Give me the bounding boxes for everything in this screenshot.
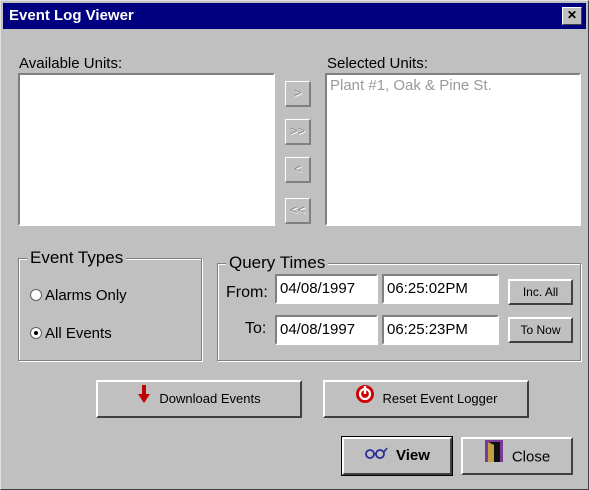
alarms-only-radio[interactable]: Alarms Only (30, 287, 127, 304)
download-events-button[interactable]: Download Events (96, 380, 302, 418)
all-events-label: All Events (45, 325, 112, 342)
inc-all-button[interactable]: Inc. All (508, 279, 573, 305)
from-label: From: (226, 284, 268, 301)
window-title: Event Log Viewer (9, 7, 134, 24)
remove-all-units-button[interactable]: << (285, 198, 311, 224)
from-date-field[interactable]: 04/08/1997 (275, 274, 378, 304)
remove-unit-button[interactable]: < (285, 157, 311, 183)
reset-event-logger-button[interactable]: Reset Event Logger (323, 380, 529, 418)
radio-selected-icon (30, 327, 42, 339)
event-types-group: Event Types Alarms Only All Events (18, 248, 202, 361)
alarms-only-label: Alarms Only (45, 287, 127, 304)
query-times-title: Query Times (226, 253, 329, 273)
list-item[interactable]: Plant #1, Oak & Pine St. (327, 75, 579, 96)
from-time-field[interactable]: 06:25:02PM (382, 274, 499, 304)
add-unit-button[interactable]: > (285, 81, 311, 107)
event-log-viewer-window: Event Log Viewer ✕ Available Units: Sele… (0, 0, 589, 490)
to-date-field[interactable]: 04/08/1997 (275, 315, 378, 345)
add-all-units-button[interactable]: >> (285, 119, 311, 145)
available-units-label: Available Units: (19, 55, 123, 72)
to-time-field[interactable]: 06:25:23PM (382, 315, 499, 345)
all-events-radio[interactable]: All Events (30, 325, 112, 342)
reset-event-logger-label: Reset Event Logger (382, 391, 498, 406)
down-arrow-icon (137, 383, 151, 417)
door-icon (484, 439, 504, 476)
glasses-icon (364, 439, 388, 473)
selected-units-list[interactable]: Plant #1, Oak & Pine St. (325, 73, 581, 226)
radio-unselected-icon (30, 289, 42, 301)
power-reset-icon (355, 383, 375, 417)
download-events-label: Download Events (159, 391, 261, 406)
close-label: Close (511, 448, 551, 466)
to-label: To: (245, 320, 267, 337)
selected-units-label: Selected Units: (327, 55, 428, 72)
event-types-title: Event Types (27, 248, 127, 268)
close-icon: ✕ (566, 8, 578, 22)
view-label: View (396, 447, 430, 464)
to-now-button[interactable]: To Now (508, 317, 573, 343)
available-units-list[interactable] (18, 73, 275, 226)
close-button[interactable]: Close (461, 437, 573, 475)
view-button[interactable]: View (341, 436, 453, 476)
close-window-button[interactable]: ✕ (562, 7, 582, 25)
title-bar[interactable]: Event Log Viewer ✕ (3, 3, 586, 29)
